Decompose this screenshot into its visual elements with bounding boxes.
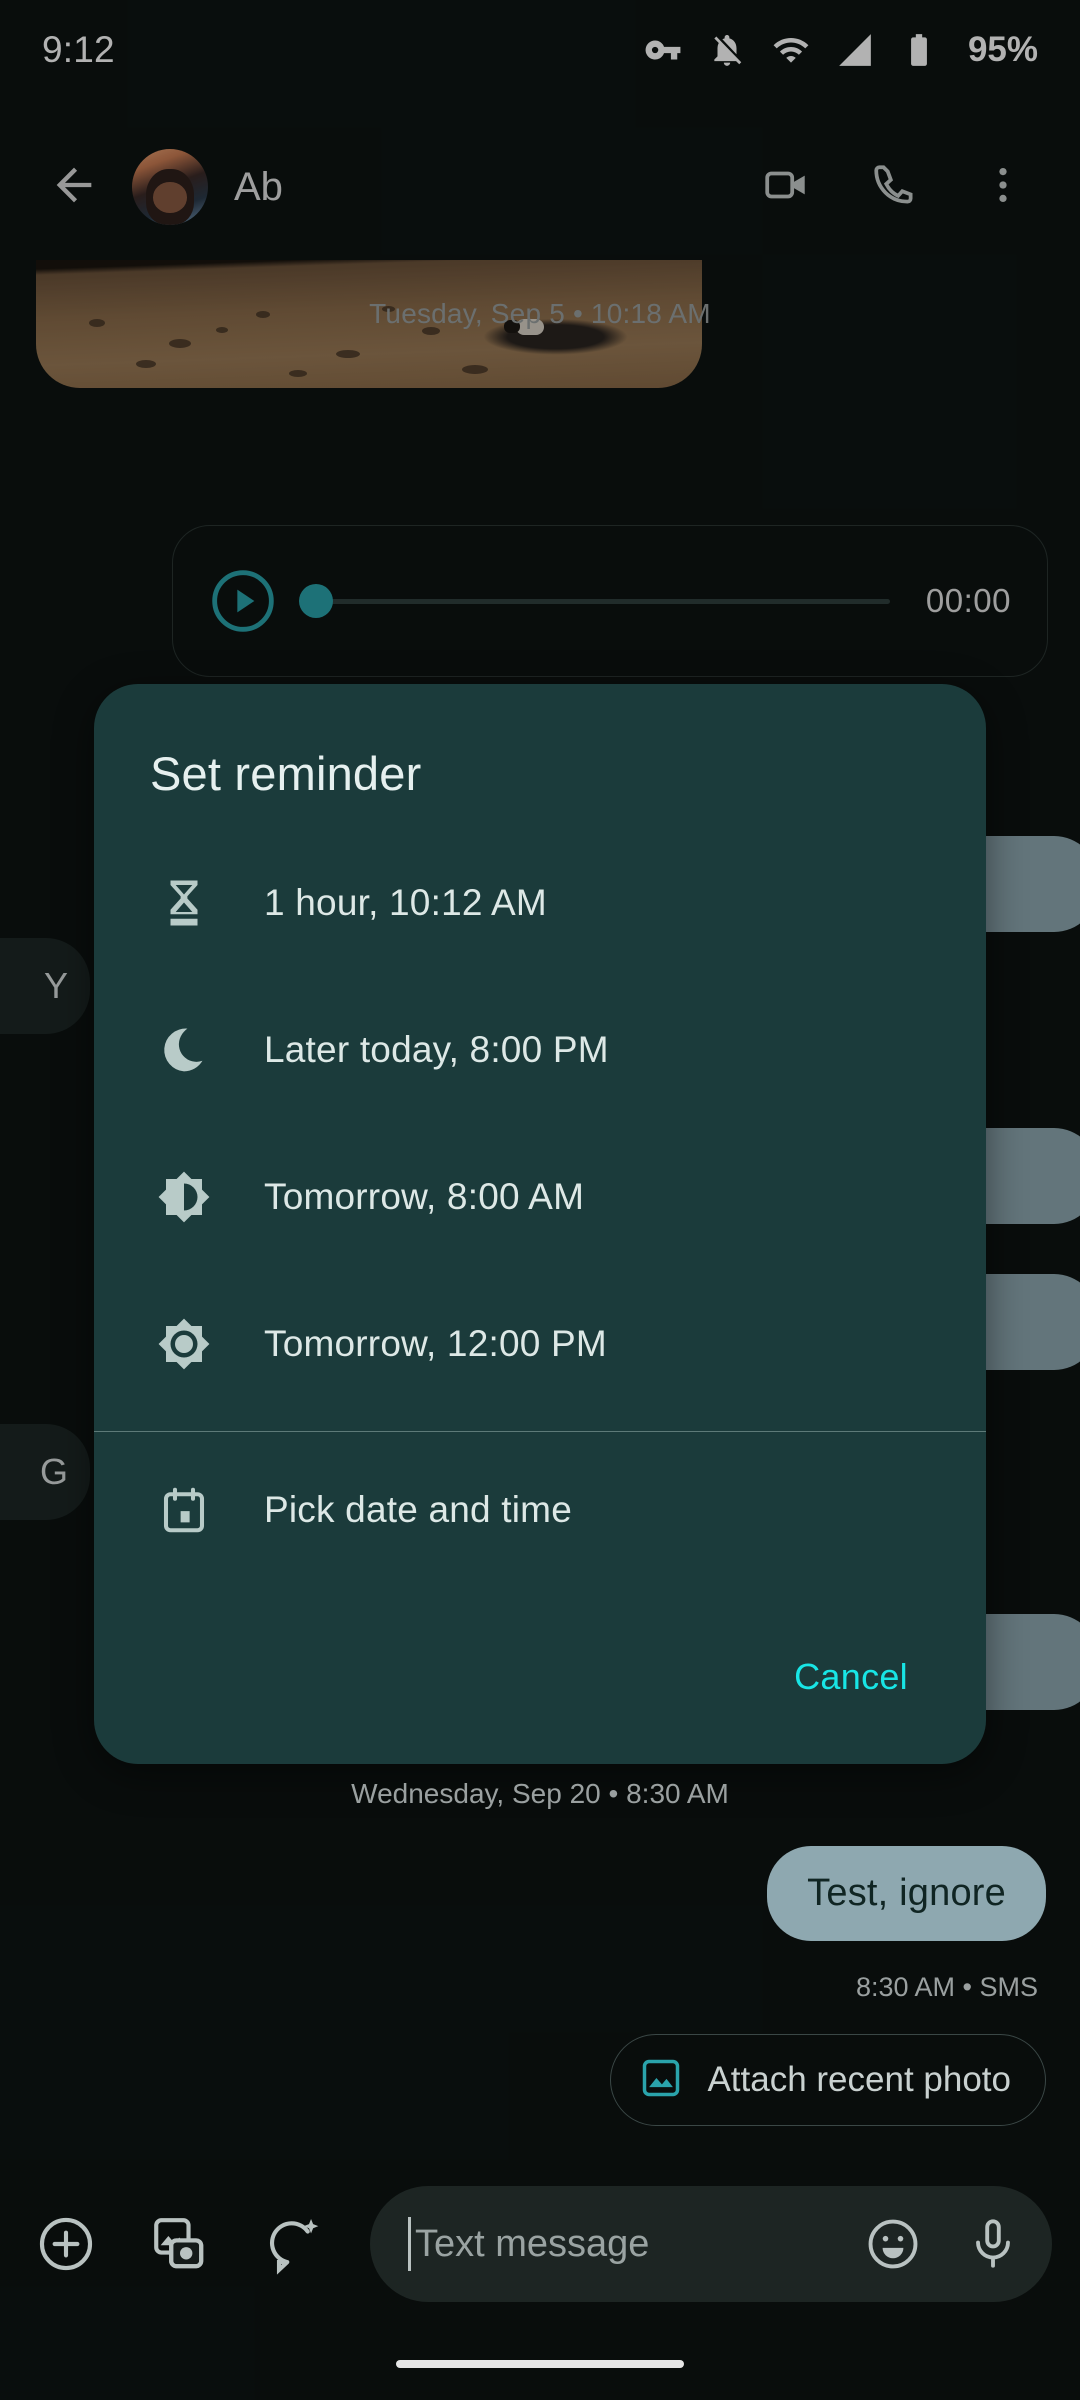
attach-recent-photo-chip[interactable]: Attach recent photo [610, 2034, 1046, 2126]
compose-bar: Text message [0, 2174, 1080, 2314]
gallery-camera-icon[interactable] [142, 2206, 218, 2282]
reminder-option-label: Tomorrow, 8:00 AM [264, 1176, 584, 1218]
dialog-title: Set reminder [94, 684, 986, 801]
chip-label: Attach recent photo [707, 2060, 1011, 2100]
system-navigation-bar [0, 2328, 1080, 2400]
image-icon [639, 2056, 683, 2105]
hourglass-icon [150, 869, 218, 937]
sent-message-meta: 8:30 AM • SMS [856, 1972, 1038, 2003]
reminder-option-label: Tomorrow, 12:00 PM [264, 1323, 607, 1365]
cancel-button[interactable]: Cancel [776, 1642, 926, 1712]
phone-screen: 9:12 95% Ab [0, 0, 1080, 2400]
magic-sticker-icon[interactable] [256, 2206, 332, 2282]
reminder-option-tomorrow-noon[interactable]: Tomorrow, 12:00 PM [94, 1270, 986, 1417]
message-input[interactable]: Text message [415, 2223, 860, 2266]
microphone-icon[interactable] [960, 2211, 1026, 2277]
calendar-icon [150, 1476, 218, 1544]
reminder-option-1-hour[interactable]: 1 hour, 10:12 AM [94, 829, 986, 976]
message-input-container[interactable]: Text message [370, 2186, 1052, 2302]
reminder-option-later-today[interactable]: Later today, 8:00 PM [94, 976, 986, 1123]
text-cursor [408, 2217, 411, 2271]
dialog-actions: Cancel [776, 1642, 926, 1712]
reminder-options-list: 1 hour, 10:12 AM Later today, 8:00 PM To… [94, 829, 986, 1417]
reminder-option-label: Pick date and time [264, 1489, 572, 1531]
moon-icon [150, 1016, 218, 1084]
date-separator-2: Wednesday, Sep 20 • 8:30 AM [0, 1778, 1080, 1810]
add-plus-icon[interactable] [28, 2206, 104, 2282]
reminder-option-label: 1 hour, 10:12 AM [264, 882, 547, 924]
home-gesture-pill[interactable] [396, 2360, 684, 2368]
reminder-option-label: Later today, 8:00 PM [264, 1029, 609, 1071]
emoji-icon[interactable] [860, 2211, 926, 2277]
dialog-divider [94, 1431, 986, 1432]
sun-icon [150, 1310, 218, 1378]
set-reminder-dialog: Set reminder 1 hour, 10:12 AM Later toda… [94, 684, 986, 1764]
reminder-option-pick-date-time[interactable]: Pick date and time [94, 1436, 986, 1583]
brightness-half-icon [150, 1163, 218, 1231]
reminder-option-tomorrow-morning[interactable]: Tomorrow, 8:00 AM [94, 1123, 986, 1270]
sent-message-bubble[interactable]: Test, ignore [767, 1846, 1046, 1941]
